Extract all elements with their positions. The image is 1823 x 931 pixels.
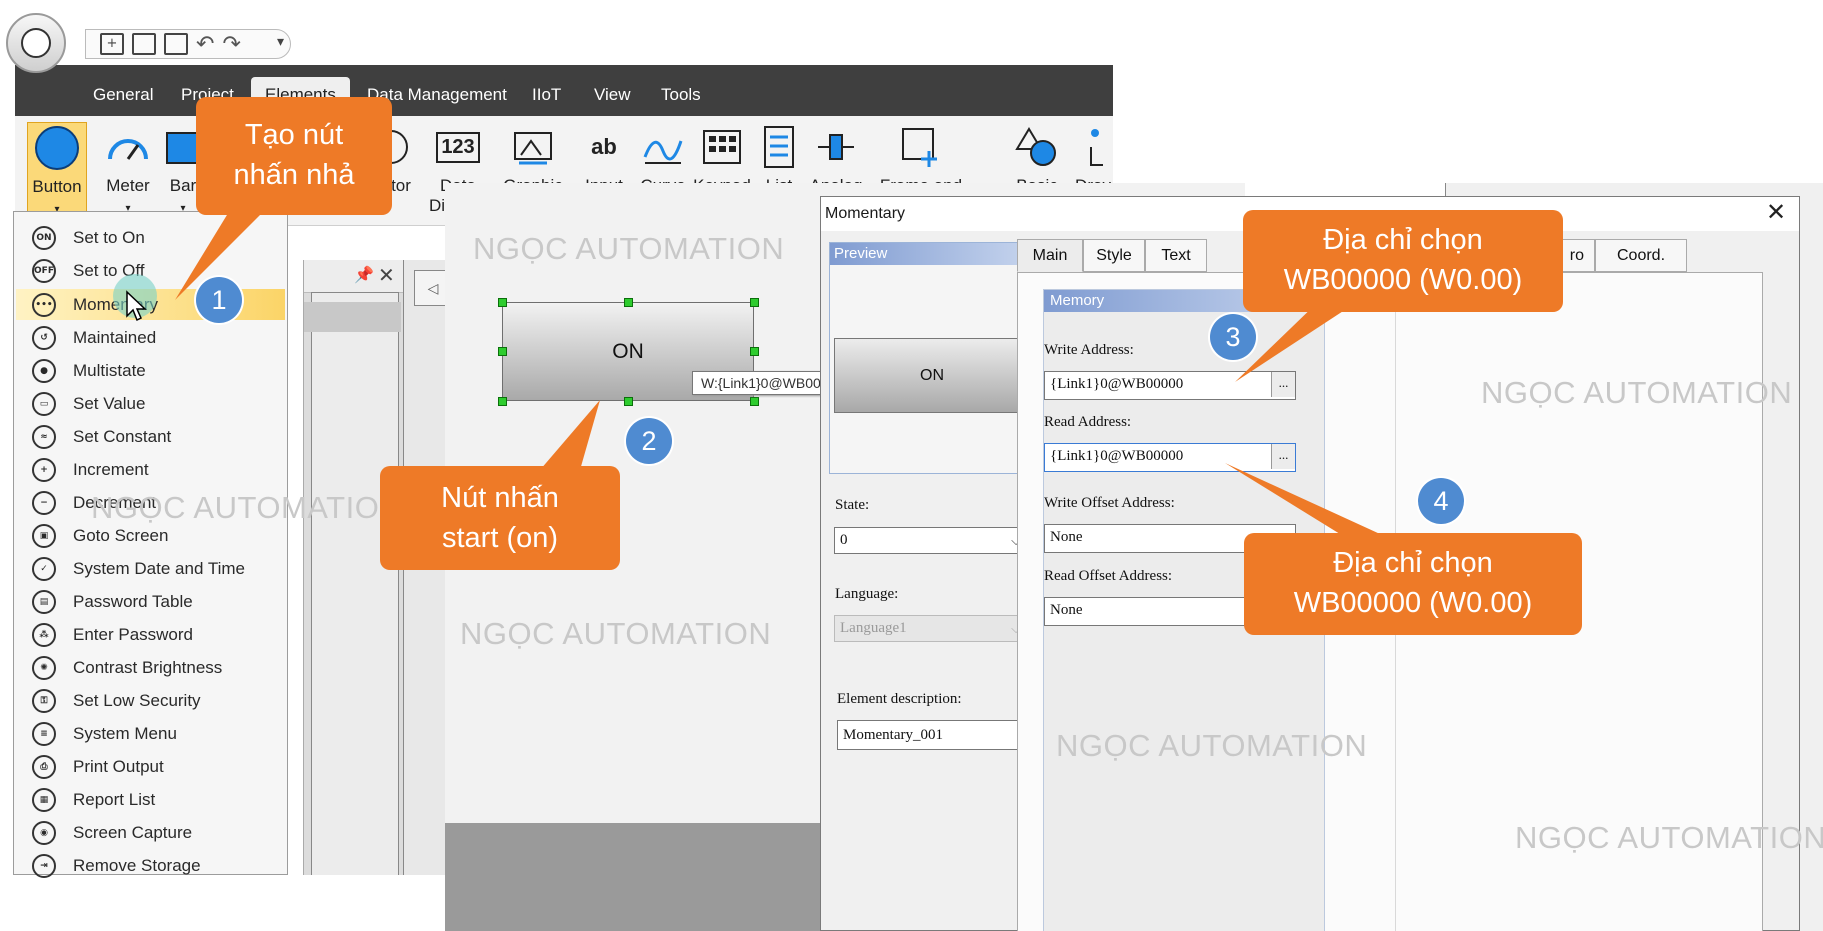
callout-4-text: Địa chỉ chọn WB00000 (W0.00) [1293,547,1533,619]
callout-3-text: Địa chỉ chọn WB00000 (W0.00) [1283,224,1523,296]
step-badge-3: 3 [1210,314,1256,360]
callout-4-pointer [1225,463,1380,534]
callout-write-address: Địa chỉ chọn WB00000 (W0.00) [1243,210,1563,312]
step-badge-2: 2 [626,418,672,464]
callout-2-text: Nút nhấn start (on) [441,482,559,554]
step-badge-1: 1 [196,277,242,323]
callout-read-address: Địa chỉ chọn WB00000 (W0.00) [1244,533,1582,635]
step-badge-4: 4 [1418,478,1464,524]
callout-2-pointer [540,400,600,470]
callout-create-momentary: Tạo nút nhấn nhả [196,97,392,215]
callout-start-button: Nút nhấn start (on) [380,466,620,570]
callout-1-text: Tạo nút nhấn nhả [233,119,355,191]
screenshot-stage: + ↶ ↷ ▾ General Project Elements Data Ma… [0,0,1823,931]
